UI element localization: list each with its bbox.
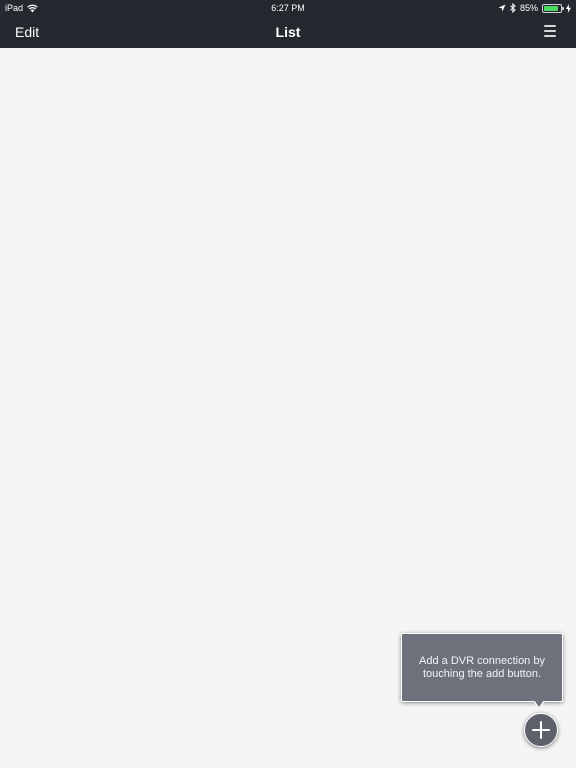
edit-button[interactable]: Edit [15,16,39,48]
battery-tip [562,6,564,10]
hamburger-menu-icon[interactable] [544,25,558,39]
battery-icon [542,3,564,13]
menu-line [544,25,556,27]
add-button[interactable] [524,713,558,747]
charging-icon [566,3,571,13]
navigation-bar: Edit List [0,16,576,48]
menu-line [544,35,556,37]
bluetooth-icon [510,3,516,13]
menu-line [544,30,556,32]
tooltip-arrow [534,700,544,707]
tooltip-text: Add a DVR connection by touching the add… [419,654,545,680]
battery-fill [544,5,558,11]
location-icon [498,4,506,12]
page-title: List [275,24,301,40]
add-connection-tooltip: Add a DVR connection by touching the add… [401,633,563,702]
plus-icon [532,721,550,739]
status-right: 85% [498,0,571,16]
app-screen: iPad 6:27 PM 85% Edit List Add a DVR con… [0,0,576,768]
status-time: 6:27 PM [271,3,305,13]
battery-percent: 85% [519,3,538,13]
status-bar: iPad 6:27 PM 85% [0,0,576,16]
